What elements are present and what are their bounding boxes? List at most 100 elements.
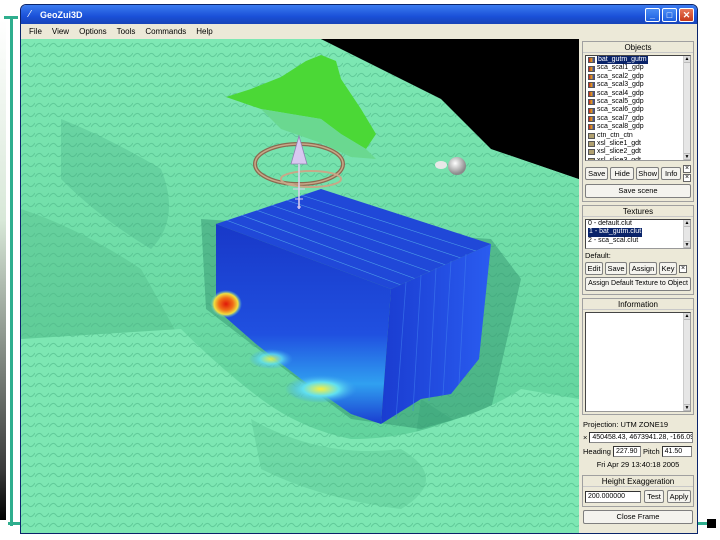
list-item[interactable]: sca_scal4_gdp xyxy=(586,90,690,98)
textures-close-icon[interactable]: × xyxy=(679,264,687,273)
list-item-label: ctn_ctn_ctn xyxy=(597,131,633,139)
list-item-label: sca_scal4_gdp xyxy=(597,89,644,97)
textures-title: Textures xyxy=(583,206,693,217)
scroll-down-icon[interactable]: ▼ xyxy=(684,241,690,248)
objects-show-button[interactable]: Show xyxy=(635,167,660,180)
list-item[interactable]: 2 - sca_scal.clut xyxy=(586,237,690,245)
object-type-icon xyxy=(588,107,595,114)
timestamp: Fri Apr 29 13:40:18 2005 xyxy=(596,460,680,469)
list-item[interactable]: xsl_slice1_gdt xyxy=(586,140,690,148)
information-text-area[interactable]: ▲ ▼ xyxy=(585,312,691,412)
hot-anomaly xyxy=(210,290,242,318)
information-scrollbar[interactable]: ▲ ▼ xyxy=(683,313,690,411)
slide-gradient-bar xyxy=(0,20,6,520)
object-type-icon xyxy=(588,149,595,156)
texture-assign-button[interactable]: Assign xyxy=(629,262,657,275)
object-type-icon xyxy=(588,73,595,80)
objects-hide-button[interactable]: Hide xyxy=(610,167,634,180)
heading-label: Heading xyxy=(583,447,611,456)
texture-save-button[interactable]: Save xyxy=(605,262,627,275)
information-title: Information xyxy=(583,299,693,310)
close-button[interactable]: ✕ xyxy=(679,7,694,22)
height-exaggeration-field[interactable]: 200.000000 xyxy=(585,490,641,503)
menu-bar: File View Options Tools Commands Help xyxy=(21,24,697,39)
list-item[interactable]: sca_scal5_gdp xyxy=(586,98,690,106)
3d-viewport[interactable] xyxy=(21,39,579,533)
list-item-label: 0 - default.clut xyxy=(588,220,632,227)
object-type-icon xyxy=(588,124,595,131)
menu-help[interactable]: Help xyxy=(191,27,217,36)
object-type-icon xyxy=(588,157,595,160)
list-item[interactable]: ctn_ctn_ctn xyxy=(586,132,690,140)
menu-view[interactable]: View xyxy=(47,27,74,36)
menu-commands[interactable]: Commands xyxy=(140,27,191,36)
list-item-label: sca_scal5_gdp xyxy=(597,97,644,105)
scroll-up-icon[interactable]: ▲ xyxy=(684,56,690,63)
list-item-label: xsl_slice2_gdt xyxy=(597,148,641,156)
objects-list[interactable]: bat_gutm_gutm sca_scal1_gdp sca_scal2_gdp s… xyxy=(585,55,691,161)
list-item-label: 1 - bat_gutm.clut xyxy=(588,228,643,237)
objects-title: Objects xyxy=(583,42,693,53)
control-panel: Objects bat_gutm_gutm sca_scal1_gdp sca_sc… xyxy=(579,39,697,533)
assign-default-texture-button[interactable]: Assign Default Texture to Object xyxy=(585,277,691,291)
projection-label: Projection: xyxy=(583,420,619,429)
list-item[interactable]: sca_scal6_gdp xyxy=(586,106,690,114)
list-item[interactable]: sca_scal8_gdp xyxy=(586,123,690,131)
slide-accent-line-left xyxy=(10,16,13,526)
scroll-down-icon[interactable]: ▼ xyxy=(684,153,690,160)
textures-scrollbar[interactable]: ▲ ▼ xyxy=(683,220,690,248)
list-item[interactable]: sca_scal2_gdp xyxy=(586,73,690,81)
height-test-button[interactable]: Test xyxy=(644,490,664,503)
textures-group: Textures 0 - default.clut 1 - bat_gutm.cl… xyxy=(582,205,694,295)
objects-group: Objects bat_gutm_gutm sca_scal1_gdp sca_sc… xyxy=(582,41,694,202)
textures-list[interactable]: 0 - default.clut 1 - bat_gutm.clut 2 - sca… xyxy=(585,219,691,249)
app-icon[interactable]: ⁄ xyxy=(24,9,36,21)
object-type-icon xyxy=(588,57,595,64)
light-sphere xyxy=(448,157,466,175)
list-item-label: bat_gutm_gutm xyxy=(597,56,648,65)
objects-scrollbar[interactable]: ▲ ▼ xyxy=(683,56,690,160)
list-item[interactable]: 0 - default.clut xyxy=(586,220,690,228)
list-item[interactable]: sca_scal3_gdp xyxy=(586,81,690,89)
scroll-up-icon[interactable]: ▲ xyxy=(684,313,690,320)
objects-close-icon-2[interactable]: × xyxy=(682,174,691,182)
heading-field[interactable]: 227.90 xyxy=(612,446,641,457)
default-label: Default: xyxy=(585,251,611,260)
list-item[interactable]: xsl_slice3_gdt xyxy=(586,156,690,161)
list-item-label: 2 - sca_scal.clut xyxy=(588,236,639,244)
objects-info-button[interactable]: Info xyxy=(661,167,681,180)
list-item-label: xsl_slice1_gdt xyxy=(597,139,641,147)
object-type-icon xyxy=(588,99,595,106)
objects-close-icon[interactable]: × xyxy=(682,165,691,173)
coords-marker: × xyxy=(583,433,588,442)
list-item[interactable]: xsl_slice2_gdt xyxy=(586,148,690,156)
title-bar[interactable]: ⁄ GeoZui3D _ □ ✕ xyxy=(21,5,697,24)
scroll-down-icon[interactable]: ▼ xyxy=(684,404,690,411)
texture-edit-button[interactable]: Edit xyxy=(585,262,603,275)
list-item[interactable]: sca_scal1_gdp xyxy=(586,64,690,72)
object-type-icon xyxy=(588,82,595,89)
save-scene-button[interactable]: Save scene xyxy=(585,184,691,198)
projection-section: Projection: UTM ZONE19 × 450458.43, 4673… xyxy=(582,418,694,469)
minimize-button[interactable]: _ xyxy=(645,7,660,22)
objects-save-button[interactable]: Save xyxy=(585,167,609,180)
projection-value: UTM ZONE19 xyxy=(620,420,669,429)
height-apply-button[interactable]: Apply xyxy=(667,490,691,503)
menu-options[interactable]: Options xyxy=(74,27,112,36)
coordinates-field[interactable]: 450458.43, 4673941.28, -166.09 xyxy=(589,432,693,443)
list-item[interactable]: bat_gutm_gutm xyxy=(586,56,690,65)
list-item-label: xsl_slice3_gdt xyxy=(597,156,641,161)
close-frame-button[interactable]: Close Frame xyxy=(583,510,693,524)
object-type-icon xyxy=(588,115,595,122)
menu-file[interactable]: File xyxy=(24,27,47,36)
textures-buttons: Edit Save Assign Key × xyxy=(583,260,693,277)
texture-key-button[interactable]: Key xyxy=(659,262,677,275)
maximize-button[interactable]: □ xyxy=(662,7,677,22)
pitch-field[interactable]: 41.50 xyxy=(661,446,692,457)
list-item-label: sca_scal2_gdp xyxy=(597,72,644,80)
menu-tools[interactable]: Tools xyxy=(112,27,141,36)
scroll-up-icon[interactable]: ▲ xyxy=(684,220,690,227)
list-item[interactable]: sca_scal7_gdp xyxy=(586,115,690,123)
list-item[interactable]: 1 - bat_gutm.clut xyxy=(586,228,690,237)
list-item-label: sca_scal3_gdp xyxy=(597,81,644,89)
